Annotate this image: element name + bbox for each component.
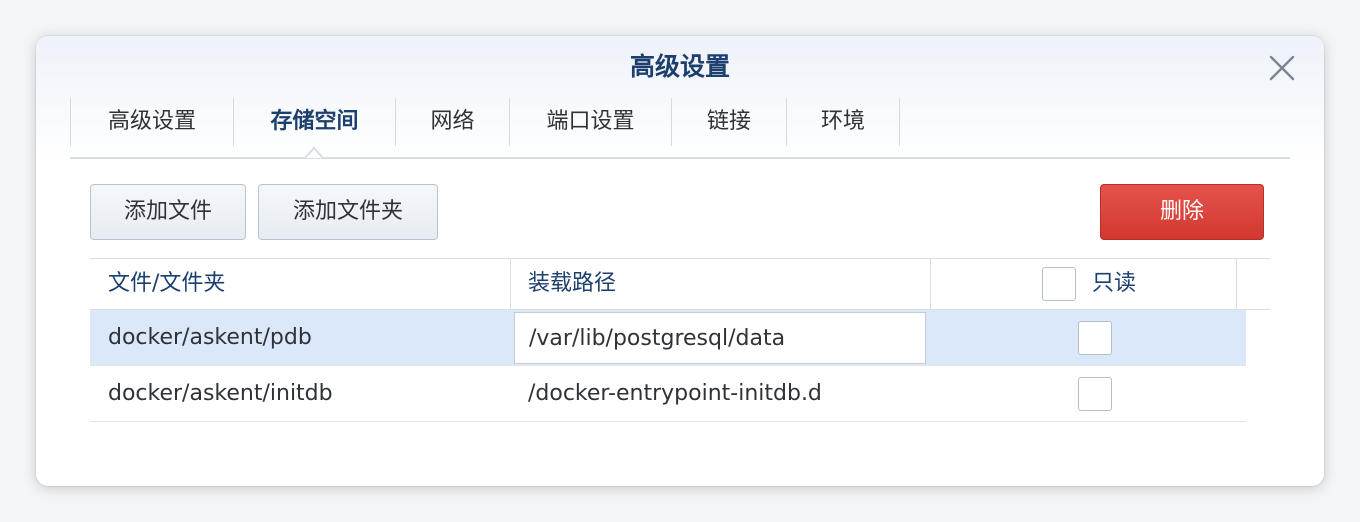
close-icon (1269, 55, 1295, 81)
readonly-select-all-checkbox[interactable] (1042, 267, 1076, 301)
readonly-checkbox[interactable] (1078, 321, 1112, 355)
tab-advanced-settings[interactable]: 高级设置 (70, 98, 233, 146)
delete-button[interactable]: 删除 (1100, 184, 1264, 240)
readonly-checkbox[interactable] (1078, 377, 1112, 411)
column-header-readonly: 只读 (1092, 271, 1137, 296)
add-file-button[interactable]: 添加文件 (90, 184, 246, 240)
tab-environment[interactable]: 环境 (786, 98, 900, 146)
tab-divider (70, 157, 1290, 159)
close-button[interactable] (1264, 50, 1300, 86)
tab-bar: 高级设置 存储空间 网络 端口设置 链接 环境 (70, 98, 900, 146)
add-folder-button[interactable]: 添加文件夹 (258, 184, 438, 240)
table-row[interactable]: docker/askent/pdb (90, 310, 1246, 366)
table-row[interactable]: docker/askent/initdb /docker-entrypoint-… (90, 366, 1246, 422)
column-header-file[interactable]: 文件/文件夹 (108, 259, 225, 309)
column-divider (930, 259, 931, 309)
tab-network[interactable]: 网络 (395, 98, 509, 146)
row-file-path: docker/askent/initdb (108, 381, 333, 406)
dialog-title: 高级设置 (629, 52, 730, 81)
table-header: 文件/文件夹 装载路径 只读 (90, 258, 1270, 310)
tab-storage[interactable]: 存储空间 (233, 98, 395, 146)
column-divider (510, 259, 511, 309)
column-divider (1236, 259, 1237, 309)
tab-port-settings[interactable]: 端口设置 (509, 98, 671, 146)
row-mount-path: /docker-entrypoint-initdb.d (528, 381, 822, 406)
row-file-path: docker/askent/pdb (108, 325, 312, 350)
advanced-settings-dialog: 高级设置 高级设置 存储空间 网络 端口设置 链接 环境 添加文件 添加文件夹 … (36, 36, 1324, 486)
tab-links[interactable]: 链接 (671, 98, 786, 146)
mount-path-input[interactable] (514, 312, 926, 364)
active-tab-caret-icon (305, 146, 323, 158)
column-header-mount-path[interactable]: 装载路径 (528, 259, 616, 309)
